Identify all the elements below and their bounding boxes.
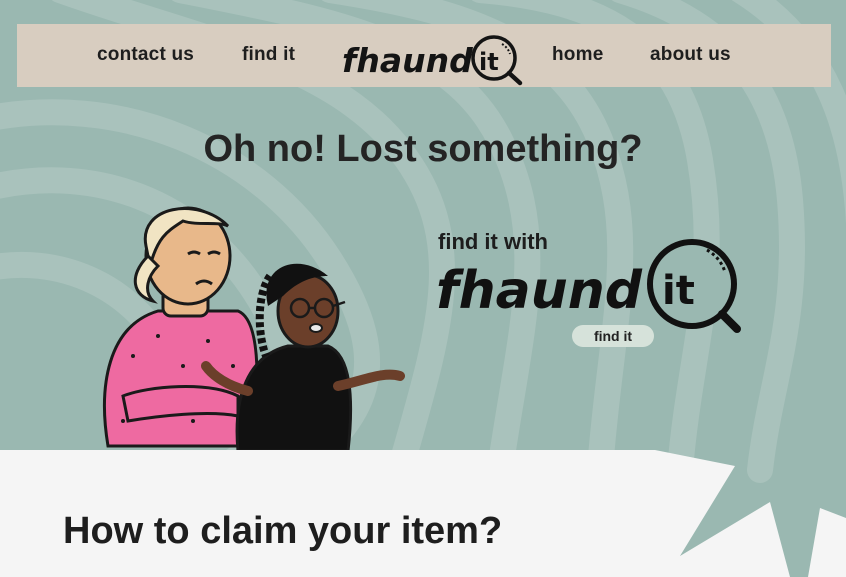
people-illustration xyxy=(103,206,405,453)
logo-wordmark: fhaund xyxy=(342,41,473,80)
nav-contact-us-link[interactable]: contact us xyxy=(97,44,194,66)
top-navbar: contact us find it fhaund it home about … xyxy=(17,24,831,87)
logo-large-wordmark: fhaund xyxy=(436,261,643,321)
fhaundit-logo[interactable]: fhaund it xyxy=(342,30,532,86)
logo-large-suffix: it xyxy=(662,268,695,314)
find-it-button[interactable]: find it xyxy=(572,325,654,347)
claim-panel-background xyxy=(0,450,846,577)
fhaundit-logo-large: fhaund it xyxy=(436,239,741,333)
claim-section-heading: How to claim your item? xyxy=(63,510,503,552)
nav-home-link[interactable]: home xyxy=(552,44,603,66)
logo-suffix: it xyxy=(479,48,499,76)
nav-about-us-link[interactable]: about us xyxy=(650,44,731,66)
hero-title: Oh no! Lost something? xyxy=(203,128,643,170)
nav-find-it-link[interactable]: find it xyxy=(242,44,295,66)
